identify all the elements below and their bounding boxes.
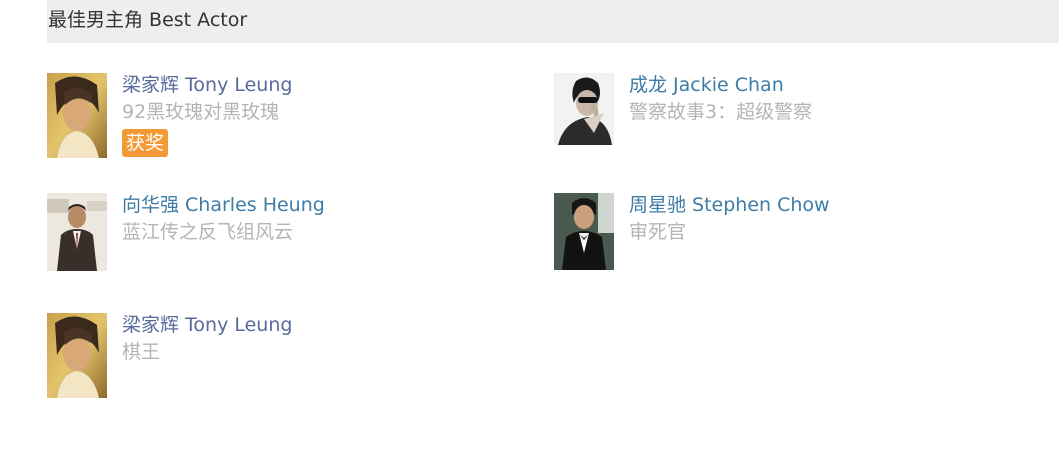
nominee-name-link[interactable]: 向华强 Charles Heung <box>122 193 325 217</box>
nominee-photo[interactable] <box>47 73 107 158</box>
nominee-item: 梁家辉 Tony Leung 92黑玫瑰对黑玫瑰 获奖 <box>47 73 527 173</box>
award-category-title: 最佳男主角 Best Actor <box>47 0 1059 43</box>
winner-badge: 获奖 <box>122 129 169 157</box>
nominee-photo[interactable] <box>47 313 107 398</box>
nominee-item: 周星驰 Stephen Chow 审死官 <box>554 193 1034 293</box>
film-title-link[interactable]: 蓝江传之反飞组风云 <box>122 220 293 244</box>
film-title-link[interactable]: 92黑玫瑰对黑玫瑰 <box>122 100 279 124</box>
nominee-name-link[interactable]: 梁家辉 Tony Leung <box>122 313 292 337</box>
nominee-photo[interactable] <box>554 73 614 158</box>
nominee-photo[interactable] <box>47 193 107 278</box>
nominee-item: 向华强 Charles Heung 蓝江传之反飞组风云 <box>47 193 527 293</box>
nominee-name-link[interactable]: 周星驰 Stephen Chow <box>629 193 830 217</box>
film-title-link[interactable]: 审死官 <box>629 220 686 244</box>
nominee-name-link[interactable]: 梁家辉 Tony Leung <box>122 73 292 97</box>
film-title-link[interactable]: 棋王 <box>122 340 160 364</box>
film-title-link[interactable]: 警察故事3：超级警察 <box>629 100 812 124</box>
nominee-item: 成龙 Jackie Chan 警察故事3：超级警察 <box>554 73 1034 173</box>
nominee-name-link[interactable]: 成龙 Jackie Chan <box>629 73 784 97</box>
nominee-photo[interactable] <box>554 193 614 278</box>
nominee-item: 梁家辉 Tony Leung 棋王 <box>47 313 527 413</box>
